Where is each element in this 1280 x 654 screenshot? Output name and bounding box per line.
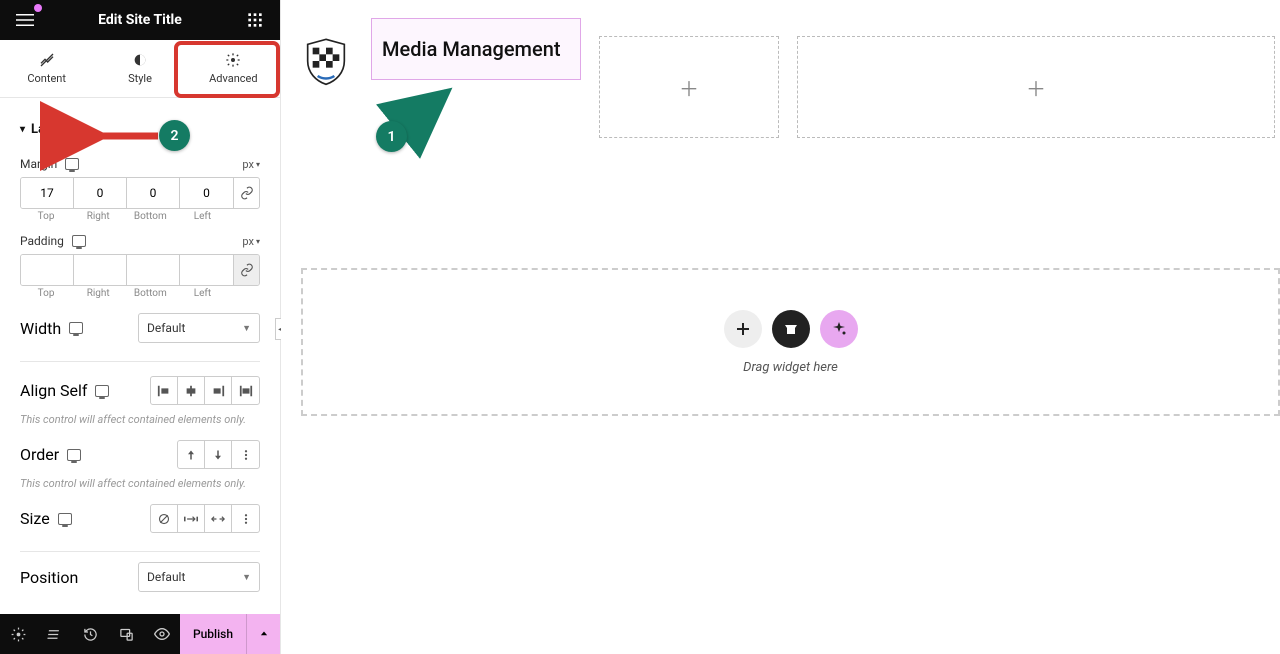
tab-content[interactable]: Content <box>0 40 93 97</box>
site-title-widget[interactable]: Media Management <box>371 18 581 80</box>
padding-unit-select[interactable]: px▾ <box>242 235 260 248</box>
empty-column-1[interactable]: ＋ <box>599 36 779 138</box>
publish-button[interactable]: Publish <box>180 614 246 654</box>
width-label: Width <box>20 319 61 338</box>
align-end-button[interactable] <box>205 377 232 404</box>
drop-zone-text: Drag widget here <box>743 360 838 375</box>
publish-options-button[interactable] <box>246 614 280 654</box>
align-start-button[interactable] <box>151 377 178 404</box>
padding-inputs <box>20 254 260 286</box>
margin-inputs <box>20 177 260 209</box>
preview-button[interactable] <box>144 614 180 654</box>
padding-top-input[interactable] <box>21 255 74 285</box>
responsive-icon[interactable] <box>72 235 86 247</box>
size-label: Size <box>20 509 50 528</box>
width-select[interactable]: Default ▼ <box>138 313 260 343</box>
size-buttons <box>150 504 260 533</box>
empty-column-2[interactable]: ＋ <box>797 36 1275 138</box>
order-label: Order <box>20 445 59 464</box>
tab-style[interactable]: Style <box>93 40 186 97</box>
margin-left-input[interactable] <box>180 178 233 208</box>
margin-right-input[interactable] <box>74 178 127 208</box>
padding-label: Padding <box>20 234 64 248</box>
padding-link-toggle[interactable] <box>233 255 259 285</box>
tab-style-label: Style <box>128 72 152 85</box>
tab-advanced-label: Advanced <box>209 72 257 85</box>
align-stretch-button[interactable] <box>232 377 259 404</box>
padding-right-input[interactable] <box>74 255 127 285</box>
panel-tabs: Content Style Advanced <box>0 40 280 98</box>
order-last-button[interactable] <box>205 441 232 468</box>
navigator-button[interactable] <box>36 614 72 654</box>
editor-canvas[interactable]: Media Management ＋ ＋ Drag widget here <box>281 0 1280 654</box>
order-buttons <box>177 440 260 469</box>
annotation-badge-2: 2 <box>159 120 190 151</box>
tab-content-label: Content <box>27 72 66 85</box>
margin-label: Margin <box>20 157 57 171</box>
apps-grid-button[interactable] <box>240 5 270 35</box>
sidebar-footer: Publish <box>0 614 280 654</box>
tab-advanced[interactable]: Advanced <box>187 40 280 97</box>
responsive-icon[interactable] <box>58 513 72 525</box>
size-none-button[interactable] <box>151 505 178 532</box>
site-logo-widget[interactable] <box>299 34 353 88</box>
section-layout-label: Layout <box>31 122 70 137</box>
add-template-button[interactable] <box>772 310 810 348</box>
position-select[interactable]: Default ▼ <box>138 562 260 592</box>
ai-button[interactable] <box>820 310 858 348</box>
align-self-buttons <box>150 376 260 405</box>
panel-title: Edit Site Title <box>98 12 182 28</box>
size-shrink-button[interactable] <box>205 505 232 532</box>
settings-button[interactable] <box>0 614 36 654</box>
shield-logo-icon <box>301 36 351 86</box>
order-more-button[interactable] <box>232 441 259 468</box>
padding-bottom-input[interactable] <box>127 255 180 285</box>
order-help-text: This control will affect contained eleme… <box>20 477 260 490</box>
responsive-button[interactable] <box>108 614 144 654</box>
site-title-text: Media Management <box>382 37 561 61</box>
size-grow-button[interactable] <box>178 505 205 532</box>
sidebar-header: Edit Site Title <box>0 0 280 40</box>
plus-icon: ＋ <box>679 73 699 102</box>
responsive-icon[interactable] <box>69 322 83 334</box>
add-section-button[interactable] <box>724 310 762 348</box>
margin-link-toggle[interactable] <box>233 178 259 208</box>
align-self-label: Align Self <box>20 381 87 400</box>
align-help-text: This control will affect contained eleme… <box>20 413 260 426</box>
annotation-badge-1: 1 <box>376 121 407 152</box>
margin-bottom-input[interactable] <box>127 178 180 208</box>
order-first-button[interactable] <box>178 441 205 468</box>
editor-sidebar: Edit Site Title Content Style Advanced L… <box>0 0 281 654</box>
chevron-down-icon: ▼ <box>242 572 251 583</box>
padding-left-input[interactable] <box>180 255 233 285</box>
responsive-icon[interactable] <box>65 158 79 170</box>
position-label: Position <box>20 568 78 587</box>
chevron-down-icon: ▼ <box>242 323 251 334</box>
history-button[interactable] <box>72 614 108 654</box>
margin-unit-select[interactable]: px▾ <box>242 158 260 171</box>
size-more-button[interactable] <box>232 505 259 532</box>
unsaved-indicator-dot <box>34 4 42 12</box>
section-layout-header[interactable]: Layout <box>20 108 260 151</box>
responsive-icon[interactable] <box>67 449 81 461</box>
plus-icon: ＋ <box>1026 73 1046 102</box>
align-center-button[interactable] <box>178 377 205 404</box>
responsive-icon[interactable] <box>95 385 109 397</box>
widget-drop-zone[interactable]: Drag widget here <box>301 268 1280 416</box>
margin-top-input[interactable] <box>21 178 74 208</box>
panel-body: Layout Margin px▾ Top <box>0 98 280 614</box>
